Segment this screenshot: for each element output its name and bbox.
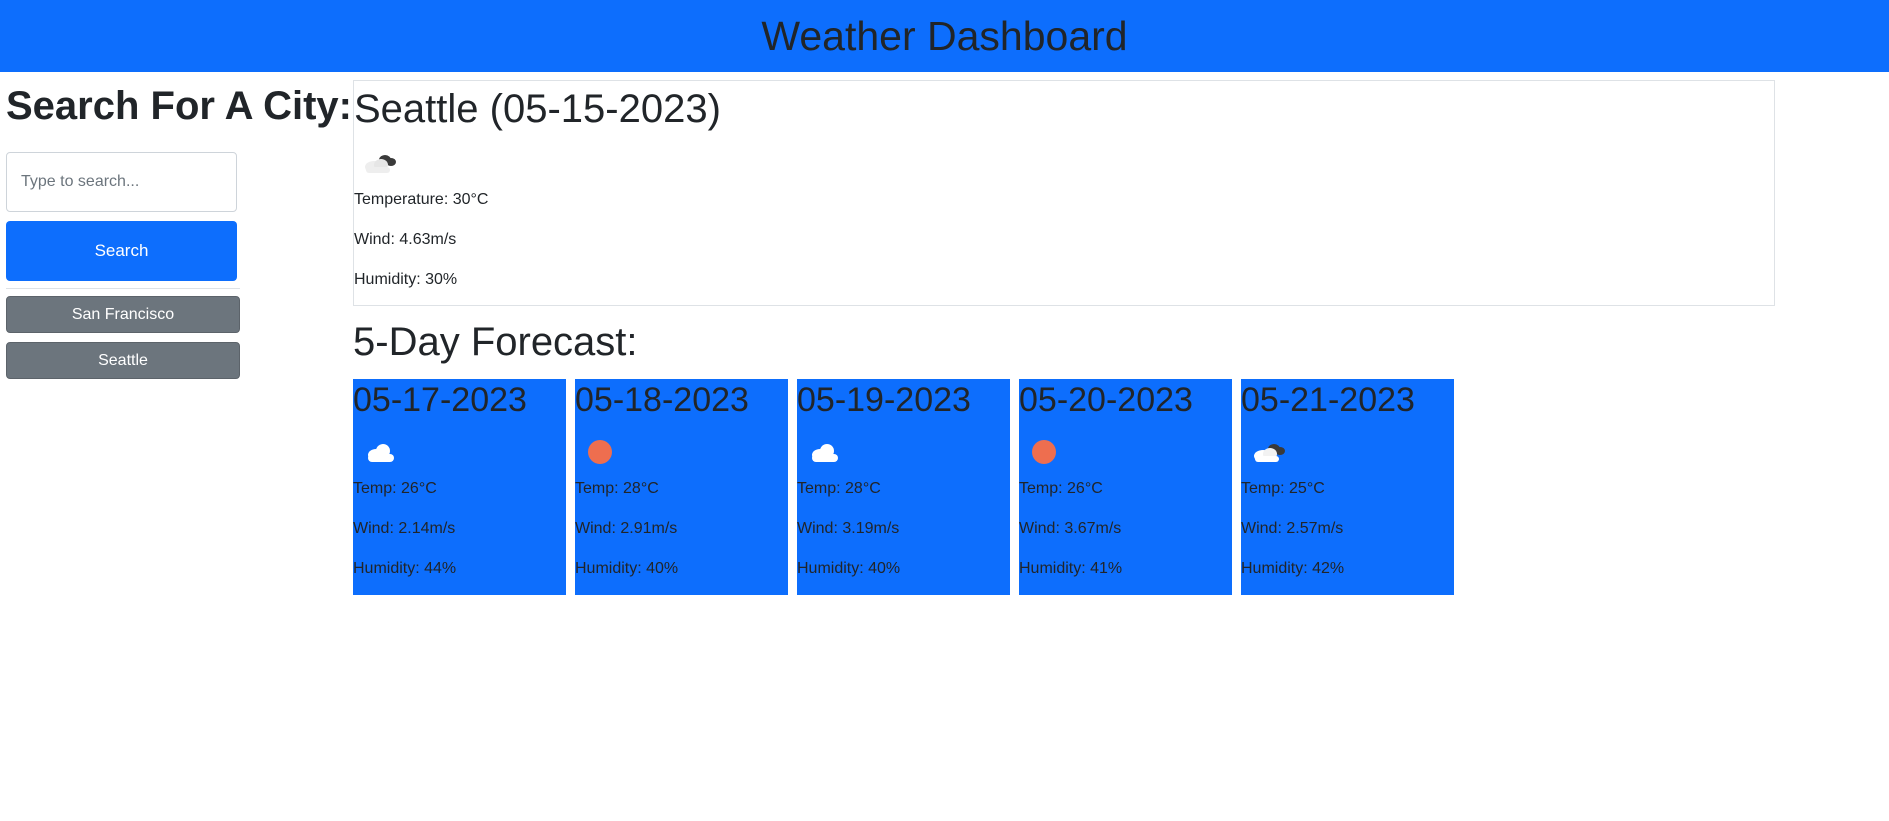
cloud-icon [368, 444, 394, 462]
page-title: Weather Dashboard [761, 12, 1128, 59]
forecast-wind: Wind: 3.67m/s [1019, 520, 1122, 537]
forecast-humidity: Humidity: 40% [575, 560, 679, 577]
search-sidebar: Search For A City: Search San Francisco … [6, 72, 352, 379]
forecast-humidity: Humidity: 42% [1241, 560, 1345, 577]
forecast-heading: 5-Day Forecast: [353, 320, 638, 364]
city-search-input[interactable] [6, 152, 237, 212]
forecast-temp: Temp: 26°C [1019, 480, 1103, 497]
forecast-date: 05-17-2023 [353, 381, 527, 419]
forecast-humidity: Humidity: 40% [797, 560, 901, 577]
forecast-wind: Wind: 2.57m/s [1241, 520, 1344, 537]
sun-icon [588, 440, 612, 464]
current-temperature: Temperature: 30°C [354, 191, 489, 208]
forecast-date: 05-20-2023 [1019, 381, 1193, 419]
forecast-humidity: Humidity: 44% [353, 560, 457, 577]
forecast-wind: Wind: 3.19m/s [797, 520, 900, 537]
forecast-temp: Temp: 28°C [797, 480, 881, 497]
search-button[interactable]: Search [6, 221, 237, 281]
current-city-title: Seattle (05-15-2023) [354, 87, 721, 131]
forecast-wind: Wind: 2.14m/s [353, 520, 456, 537]
forecast-date: 05-21-2023 [1241, 381, 1415, 419]
forecast-temp: Temp: 26°C [353, 480, 437, 497]
forecast-temp: Temp: 25°C [1241, 480, 1325, 497]
broken-clouds-icon [1254, 444, 1285, 462]
search-heading: Search For A City: [6, 84, 352, 128]
forecast-wind: Wind: 2.91m/s [575, 520, 678, 537]
forecast-card: 05-17-2023 Temp: 26°C Wind: 2.14m/s Humi… [353, 379, 566, 595]
current-weather-card: Seattle (05-15-2023) Temperature: 30°C W… [353, 80, 1775, 306]
forecast-card: 05-20-2023 Temp: 26°C Wind: 3.67m/s Humi… [1019, 379, 1232, 595]
history-item-san-francisco[interactable]: San Francisco [6, 296, 240, 333]
forecast-card: 05-18-2023 Temp: 28°C Wind: 2.91m/s Humi… [575, 379, 788, 595]
forecast-humidity: Humidity: 41% [1019, 560, 1123, 577]
history-item-seattle[interactable]: Seattle [6, 342, 240, 379]
forecast-card: 05-19-2023 Temp: 28°C Wind: 3.19m/s Humi… [797, 379, 1010, 595]
forecast-date: 05-18-2023 [575, 381, 749, 419]
broken-clouds-icon [365, 155, 396, 173]
forecast-date: 05-19-2023 [797, 381, 971, 419]
cloud-icon [812, 444, 838, 462]
sun-icon [1032, 440, 1056, 464]
forecast-card: 05-21-2023 Temp: 25°C Wind: 2.57m/s Humi… [1241, 379, 1454, 595]
current-wind: Wind: 4.63m/s [354, 231, 457, 248]
app-header: Weather Dashboard [0, 0, 1889, 72]
current-humidity: Humidity: 30% [354, 271, 458, 288]
history-divider [6, 288, 240, 289]
forecast-temp: Temp: 28°C [575, 480, 659, 497]
